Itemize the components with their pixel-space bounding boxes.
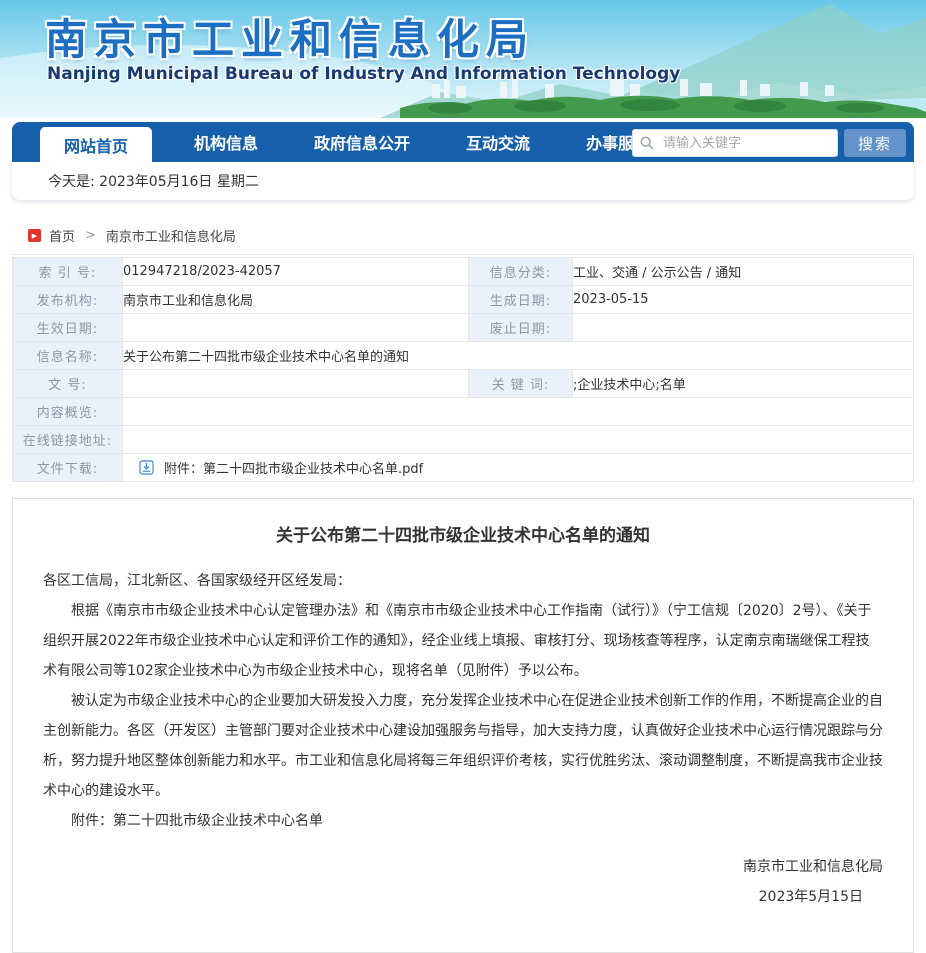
article-paragraph: 根据《南京市市级企业技术中心认定管理办法》和《南京市市级企业技术中心工作指南（试… <box>43 596 883 686</box>
table-row: 发布机构: 南京市工业和信息化局 生成日期: 2023-05-15 <box>13 286 914 314</box>
site-title: 南京市工业和信息化局 <box>45 6 535 67</box>
tab-interaction[interactable]: 互动交流 <box>452 122 544 162</box>
article-content: 关于公布第二十四批市级企业技术中心名单的通知 各区工信局，江北新区、各国家级经开… <box>12 498 914 953</box>
attachment-row: 附件：第二十四批市级企业技术中心名单.pdf <box>127 458 913 477</box>
site-subtitle: Nanjing Municipal Bureau of Industry And… <box>47 64 680 84</box>
table-row: 内容概览: <box>13 398 914 426</box>
page: 南京市工业和信息化局 Nanjing Municipal Bureau of I… <box>0 0 926 953</box>
doc-number-value <box>123 370 469 398</box>
tab-gov-info-disclosure[interactable]: 政府信息公开 <box>300 122 424 162</box>
keywords-value: ;企业技术中心;名单 <box>573 370 914 398</box>
search-input[interactable] <box>661 135 835 152</box>
play-icon: ▶ <box>28 229 41 242</box>
created-date-value: 2023-05-15 <box>573 286 914 314</box>
search-area: 搜索 <box>632 129 906 157</box>
date-bar: 今天是: 2023年05月16日 星期二 <box>12 162 914 200</box>
signature-org: 南京市工业和信息化局 <box>43 852 883 882</box>
nav-tabs: 网站首页 机构信息 政府信息公开 互动交流 办事服务 <box>12 122 664 162</box>
effective-date-value <box>123 314 469 342</box>
summary-label: 内容概览: <box>13 398 123 426</box>
index-number-label: 索 引 号: <box>13 258 123 286</box>
table-row: 在线链接地址: <box>13 426 914 454</box>
effective-date-label: 生效日期: <box>13 314 123 342</box>
table-row: 文 号: 关 键 词: ;企业技术中心;名单 <box>13 370 914 398</box>
info-category-value: 工业、交通 / 公示公告 / 通知 <box>573 258 914 286</box>
breadcrumb-separator: > <box>85 228 96 243</box>
today-text: 今天是: 2023年05月16日 星期二 <box>48 171 259 191</box>
summary-value <box>123 398 914 426</box>
keywords-label: 关 键 词: <box>469 370 573 398</box>
info-name-value: 关于公布第二十四批市级企业技术中心名单的通知 <box>123 342 914 370</box>
doc-number-label: 文 号: <box>13 370 123 398</box>
file-download-label: 文件下载: <box>13 454 123 482</box>
online-link-label: 在线链接地址: <box>13 426 123 454</box>
publisher-value: 南京市工业和信息化局 <box>123 286 469 314</box>
breadcrumb-home[interactable]: 首页 <box>49 226 75 245</box>
tab-home[interactable]: 网站首页 <box>40 127 152 162</box>
index-number-value: 012947218/2023-42057 <box>123 258 469 286</box>
breadcrumb: ▶ 首页 > 南京市工业和信息化局 <box>12 220 914 255</box>
table-row: 信息名称: 关于公布第二十四批市级企业技术中心名单的通知 <box>13 342 914 370</box>
info-category-label: 信息分类: <box>469 258 573 286</box>
tab-agency-info[interactable]: 机构信息 <box>180 122 272 162</box>
table-row: 索 引 号: 012947218/2023-42057 信息分类: 工业、交通 … <box>13 258 914 286</box>
search-button[interactable]: 搜索 <box>844 129 906 157</box>
table-row: 生效日期: 废止日期: <box>13 314 914 342</box>
document-meta-table: 索 引 号: 012947218/2023-42057 信息分类: 工业、交通 … <box>12 257 914 482</box>
attachment-link[interactable]: 附件：第二十四批市级企业技术中心名单.pdf <box>164 458 423 477</box>
main-nav: 网站首页 机构信息 政府信息公开 互动交流 办事服务 搜索 <box>12 122 914 162</box>
article-attachment-line: 附件：第二十四批市级企业技术中心名单 <box>43 806 883 836</box>
signature-date: 2023年5月15日 <box>43 882 883 912</box>
search-icon <box>639 135 655 151</box>
breadcrumb-current[interactable]: 南京市工业和信息化局 <box>106 226 236 245</box>
site-banner: 南京市工业和信息化局 Nanjing Municipal Bureau of I… <box>0 0 926 118</box>
signature-block: 南京市工业和信息化局 2023年5月15日 <box>43 852 883 912</box>
info-name-label: 信息名称: <box>13 342 123 370</box>
created-date-label: 生成日期: <box>469 286 573 314</box>
expiry-date-label: 废止日期: <box>469 314 573 342</box>
article-salutation: 各区工信局，江北新区、各国家级经开区经发局： <box>43 566 883 596</box>
search-box <box>632 129 838 157</box>
table-row: 文件下载: 附件：第二十四批市级企业技术中心名单.pdf <box>13 454 914 482</box>
download-icon[interactable] <box>139 460 154 475</box>
article-paragraph: 被认定为市级企业技术中心的企业要加大研发投入力度，充分发挥企业技术中心在促进企业… <box>43 686 883 806</box>
article-title: 关于公布第二十四批市级企业技术中心名单的通知 <box>43 521 883 546</box>
online-link-value <box>123 426 914 454</box>
expiry-date-value <box>573 314 914 342</box>
publisher-label: 发布机构: <box>13 286 123 314</box>
